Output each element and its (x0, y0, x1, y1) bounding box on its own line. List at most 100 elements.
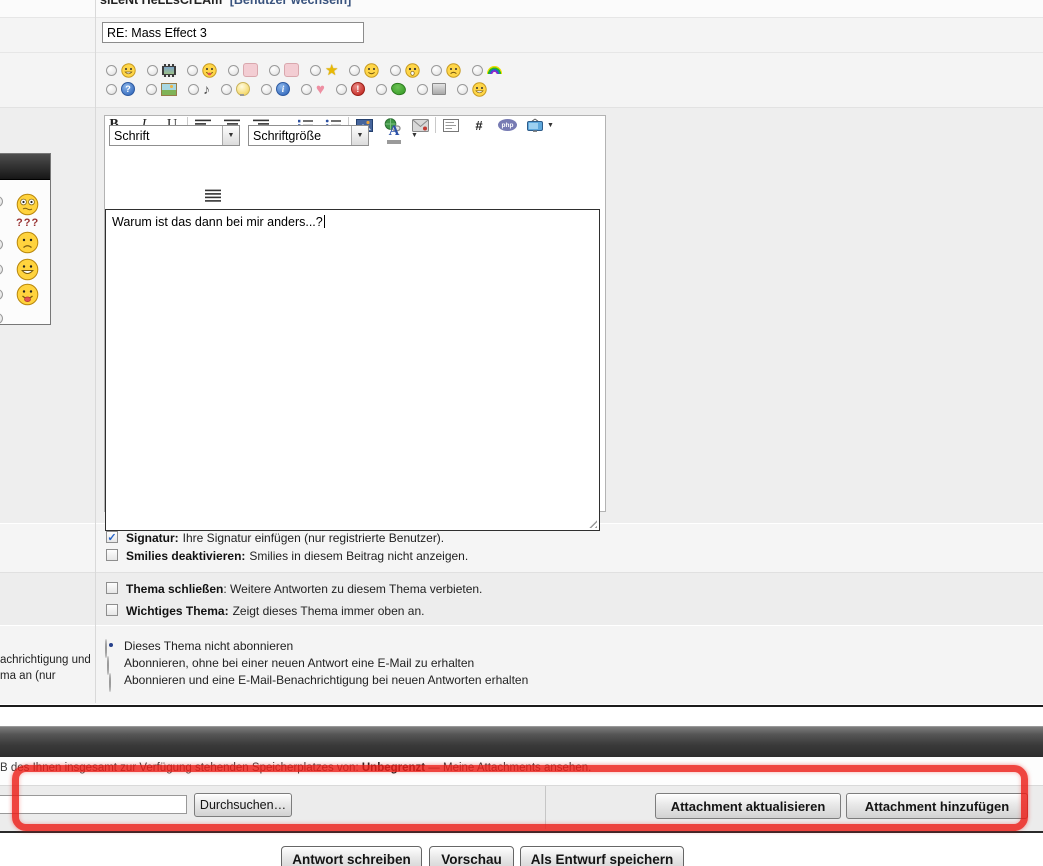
post-icon-radio[interactable] (376, 84, 387, 95)
post-icon-radio[interactable] (431, 65, 442, 76)
smiley-radio[interactable] (0, 289, 3, 300)
signature-label: Signatur: (126, 531, 179, 545)
disable-smilies-desc: Smilies in diesem Beitrag nicht anzeigen… (249, 549, 468, 563)
signature-option: Signatur:Ihre Signatur einfügen (nur reg… (126, 531, 444, 545)
text-caret (324, 215, 325, 228)
post-icon-radio[interactable] (390, 65, 401, 76)
important-topic-desc: Zeigt dieses Thema immer oben an. (233, 604, 425, 618)
post-icon-radio[interactable] (261, 84, 272, 95)
subscribe-no-email-radio[interactable] (107, 656, 109, 675)
subscribe-none-radio[interactable] (105, 639, 107, 658)
code-button[interactable]: # (470, 116, 488, 134)
post-icon-radio[interactable] (301, 84, 312, 95)
preview-button[interactable]: Vorschau (429, 846, 514, 866)
message-textarea[interactable]: Warum ist das dann bei mir anders...? (105, 209, 600, 531)
post-icon-radio[interactable] (188, 84, 199, 95)
attachment-file-input[interactable] (0, 795, 187, 814)
smiley-tongue-face[interactable] (16, 283, 39, 306)
smiley-smile-icon (364, 63, 379, 78)
smiley-radio[interactable] (0, 313, 3, 324)
font-color-letter: A (389, 124, 400, 139)
subscribe-none-label: Dieses Thema nicht abonnieren (124, 639, 293, 653)
storage-unlimited: Unbegrenzt (362, 762, 425, 774)
post-icon-radio[interactable] (147, 65, 158, 76)
smiley-grin-icon (472, 82, 487, 97)
section-divider-line (0, 705, 1043, 707)
post-icon-radio[interactable] (187, 65, 198, 76)
picture-icon (161, 83, 177, 96)
sidebar-partial-line2: ma an (nur (0, 668, 91, 684)
thumbs-up-icon (243, 63, 258, 77)
media-dropdown-icon[interactable]: ▼ (547, 122, 554, 129)
post-icon-radio[interactable] (221, 84, 232, 95)
info-icon: i (276, 82, 290, 96)
align-justify-button[interactable] (204, 186, 222, 204)
smiley-picker-panel: ??? (0, 153, 51, 325)
question-marks-label: ??? (16, 217, 39, 229)
font-select-value: Schrift (110, 129, 222, 143)
post-icon-radio[interactable] (457, 84, 468, 95)
font-size-select[interactable]: Schriftgröße ▼ (248, 125, 369, 146)
smiley-frown-icon (446, 63, 461, 78)
heart-icon: ♥ (316, 83, 325, 96)
post-icon-radio[interactable] (146, 84, 157, 95)
font-family-select[interactable]: Schrift ▼ (109, 125, 240, 146)
insert-media-button[interactable] (526, 116, 544, 134)
post-icon-row-1: ★ (106, 62, 513, 78)
star-icon: ★ (325, 64, 338, 77)
post-icon-radio[interactable] (472, 65, 483, 76)
thumbs-down-icon (284, 63, 299, 77)
php-code-button[interactable]: php (498, 116, 517, 134)
smiley-sad-face[interactable] (16, 231, 39, 254)
my-attachments-link[interactable]: Meine Attachments ansehen. (443, 762, 591, 774)
post-icon-radio[interactable] (349, 65, 360, 76)
post-icon-radio[interactable] (106, 84, 117, 95)
important-topic-checkbox[interactable] (106, 604, 118, 616)
disable-smilies-label: Smilies deaktivieren: (126, 549, 245, 563)
signature-checkbox[interactable]: ✓ (106, 531, 118, 543)
post-icon-radio[interactable] (106, 65, 117, 76)
submit-reply-button[interactable]: Antwort schreiben (281, 846, 422, 866)
switch-user-link[interactable]: [Benutzer wechseln] (230, 0, 352, 7)
subscribe-email-radio[interactable] (109, 673, 111, 692)
important-topic-label: Wichtiges Thema: (126, 604, 229, 618)
close-topic-desc: : Weitere Antworten zu diesem Thema verb… (223, 582, 482, 596)
lightbulb-icon (236, 82, 250, 96)
attachments-header-bar (0, 726, 1043, 758)
close-topic-checkbox[interactable] (106, 582, 118, 594)
post-icon-radio[interactable] (417, 84, 428, 95)
update-attachment-button[interactable]: Attachment aktualisieren (655, 793, 841, 819)
smiley-radio[interactable] (0, 196, 3, 207)
attachment-row-divider (545, 786, 546, 829)
smiley-happy-face[interactable] (16, 258, 39, 281)
rainbow-icon (487, 66, 502, 74)
smiley-radio[interactable] (0, 264, 3, 275)
chevron-down-icon: ▼ (351, 126, 368, 145)
post-icon-radio[interactable] (310, 65, 321, 76)
post-icon-radio[interactable] (228, 65, 239, 76)
disable-smilies-checkbox[interactable] (106, 549, 118, 561)
bug-icon (389, 81, 407, 97)
subscribe-email-label: Abonnieren und eine E-Mail-Benachrichtig… (124, 673, 528, 687)
message-text: Warum ist das dann bei mir anders...? (112, 215, 323, 229)
size-select-value: Schriftgröße (249, 129, 351, 143)
resize-handle[interactable] (586, 517, 597, 528)
post-icon-radio[interactable] (269, 65, 280, 76)
forum-reply-editor-page: siLeNt HeLLsCrEAm [Benutzer wechseln] ★ … (0, 0, 1043, 866)
disable-smilies-option: Smilies deaktivieren: Smilies in diesem B… (126, 549, 468, 563)
post-icon-radio[interactable] (336, 84, 347, 95)
smiley-radio[interactable] (0, 239, 3, 250)
important-topic-option: Wichtiges Thema: Zeigt dieses Thema immer… (126, 604, 424, 618)
browse-button[interactable]: Durchsuchen… (194, 793, 292, 817)
add-attachment-button[interactable]: Attachment hinzufügen (846, 793, 1028, 819)
quote-button[interactable] (442, 116, 460, 134)
save-draft-button[interactable]: Als Entwurf speichern (520, 846, 684, 866)
current-user-line: siLeNt HeLLsCrEAm [Benutzer wechseln] (100, 0, 351, 7)
font-color-dropdown-icon[interactable]: ▼ (411, 132, 418, 139)
storage-prefix: B des Ihnen insgesamt zur Verfügung steh… (0, 762, 362, 774)
sidebar-partial-line1: achrichtigung und (0, 652, 91, 668)
subject-input[interactable] (102, 22, 364, 43)
box-icon (432, 83, 446, 95)
smiley-crazy-face[interactable] (16, 193, 39, 216)
font-color-button[interactable]: A (384, 124, 404, 146)
